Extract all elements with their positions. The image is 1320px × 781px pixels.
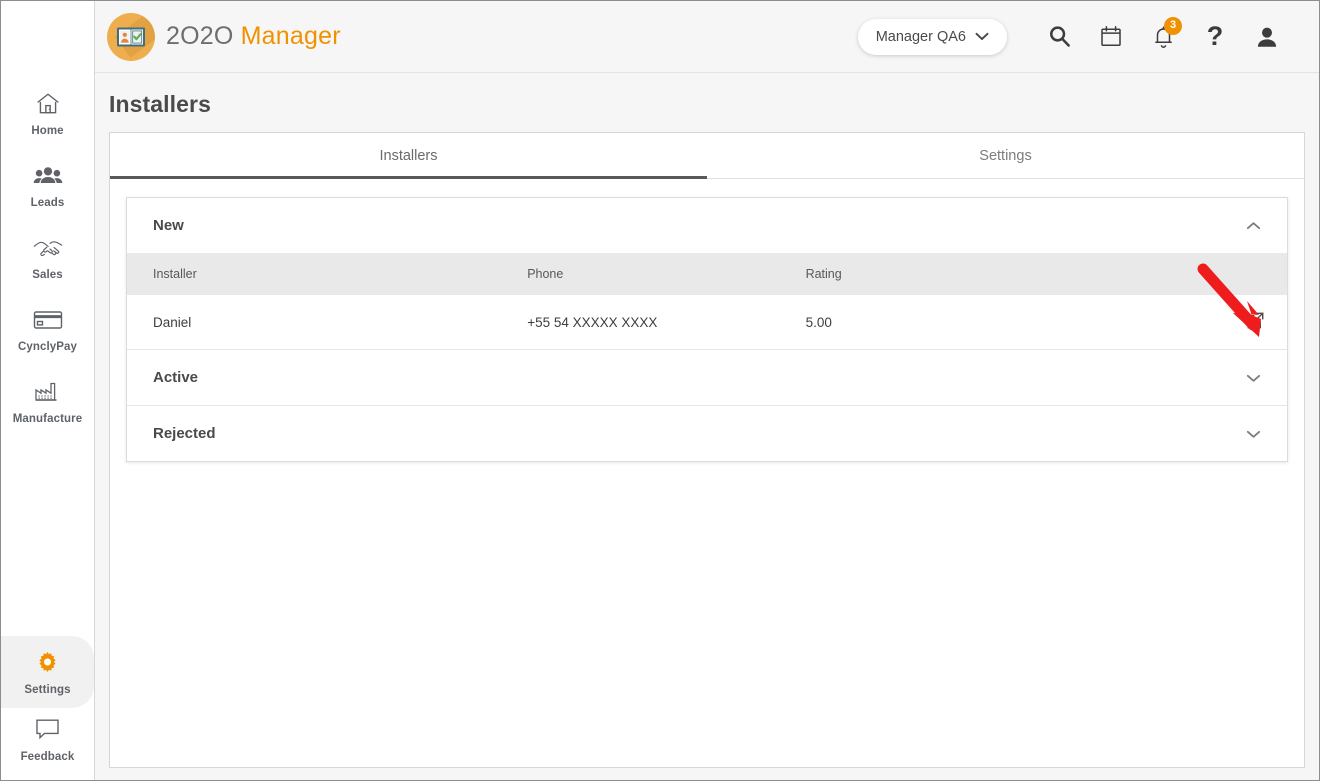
sidebar-item-label: Home xyxy=(31,124,64,137)
main-region: 2O2O Manager Manager QA6 3 ? Installers … xyxy=(95,1,1319,780)
cell-installer-name: Daniel xyxy=(127,295,528,349)
table-body: Daniel +55 54 XXXXX XXXX 5.00 xyxy=(127,295,1287,349)
handshake-icon xyxy=(31,233,65,263)
sidebar-item-label: Leads xyxy=(30,196,65,209)
notification-badge: 3 xyxy=(1164,16,1182,35)
sidebar-item-cynclypay[interactable]: CynclyPay xyxy=(1,293,94,365)
group-active: Active xyxy=(127,349,1287,405)
group-header-rejected[interactable]: Rejected xyxy=(127,406,1287,461)
column-header-phone: Phone xyxy=(527,253,806,295)
group-title: New xyxy=(153,217,184,234)
cell-installer-phone: +55 54 XXXXX XXXX xyxy=(527,295,806,349)
chevron-down-icon[interactable] xyxy=(1246,373,1261,383)
brand-name: 2O2O Manager xyxy=(166,22,341,51)
brand-name-part2: Manager xyxy=(240,22,341,50)
sidebar-item-label: Manufacture xyxy=(12,412,83,425)
table-row[interactable]: Daniel +55 54 XXXXX XXXX 5.00 xyxy=(127,295,1287,349)
sidebar-item-label: Settings xyxy=(24,683,71,696)
tab-bar: Installers Settings xyxy=(110,133,1304,179)
chevron-down-icon xyxy=(975,32,989,41)
brand-name-part1: 2O2O xyxy=(166,22,234,50)
chevron-down-icon[interactable] xyxy=(1246,429,1261,439)
top-header-bar: 2O2O Manager Manager QA6 3 ? xyxy=(95,1,1319,73)
search-button[interactable] xyxy=(1033,13,1085,61)
user-avatar-icon xyxy=(1254,24,1280,50)
sidebar-item-label: Feedback xyxy=(20,750,75,763)
installers-table: Installer Phone Rating Daniel +55 54 XXX… xyxy=(127,253,1287,349)
page-title-row: Installers xyxy=(95,73,1319,132)
tab-settings[interactable]: Settings xyxy=(707,133,1304,178)
tab-label: Settings xyxy=(979,147,1032,164)
content-panel: Installers Settings New Installer Phone … xyxy=(109,132,1305,768)
account-selector-label: Manager QA6 xyxy=(875,28,966,45)
group-rejected: Rejected xyxy=(127,405,1287,461)
id-card-checklist-icon xyxy=(107,12,155,61)
user-profile-button[interactable] xyxy=(1241,13,1293,61)
home-icon xyxy=(31,89,65,119)
table-head: Installer Phone Rating xyxy=(127,253,1287,295)
column-header-actions xyxy=(1211,253,1287,295)
sidebar-item-settings[interactable]: Settings xyxy=(1,636,94,708)
column-header-rating: Rating xyxy=(805,253,1212,295)
sidebar-item-label: CynclyPay xyxy=(17,340,78,353)
external-link-icon[interactable] xyxy=(1246,311,1265,330)
group-new: New Installer Phone Rating Daniel +55 54… xyxy=(127,198,1287,349)
page-title: Installers xyxy=(109,91,211,117)
help-question-icon: ? xyxy=(1206,21,1224,51)
left-sidebar: Home Leads Sales CynclyPay Manufacture S… xyxy=(1,1,95,780)
cell-installer-rating: 5.00 xyxy=(805,295,1212,349)
account-selector-button[interactable]: Manager QA6 xyxy=(857,18,1007,55)
header-actions: Manager QA6 3 ? xyxy=(857,13,1293,61)
cell-row-action xyxy=(1211,295,1287,349)
tab-label: Installers xyxy=(379,147,438,164)
notifications-button[interactable]: 3 xyxy=(1137,13,1189,61)
panel-body: New Installer Phone Rating Daniel +55 54… xyxy=(110,179,1304,767)
sidebar-item-label: Sales xyxy=(32,268,63,281)
tab-installers[interactable]: Installers xyxy=(110,133,707,179)
credit-card-icon xyxy=(31,305,65,335)
calendar-button[interactable] xyxy=(1085,13,1137,61)
sidebar-item-sales[interactable]: Sales xyxy=(1,221,94,293)
calendar-icon xyxy=(1099,24,1123,49)
column-header-installer: Installer xyxy=(127,253,528,295)
search-icon xyxy=(1047,24,1072,49)
gear-icon xyxy=(31,648,65,678)
table-header-row: Installer Phone Rating xyxy=(127,253,1287,295)
installer-groups: New Installer Phone Rating Daniel +55 54… xyxy=(126,197,1288,462)
speech-bubble-icon xyxy=(31,715,65,745)
sidebar-item-home[interactable]: Home xyxy=(1,77,94,149)
sidebar-item-manufacture[interactable]: Manufacture xyxy=(1,365,94,437)
application-window: Home Leads Sales CynclyPay Manufacture S… xyxy=(0,0,1320,781)
group-title: Rejected xyxy=(153,425,216,442)
brand-logo[interactable]: 2O2O Manager xyxy=(107,12,341,61)
sidebar-item-leads[interactable]: Leads xyxy=(1,149,94,221)
sidebar-item-feedback[interactable]: Feedback xyxy=(1,708,94,780)
chevron-up-icon[interactable] xyxy=(1246,221,1261,231)
group-header-new[interactable]: New xyxy=(127,198,1287,253)
group-header-active[interactable]: Active xyxy=(127,350,1287,405)
people-group-icon xyxy=(31,161,65,191)
group-title: Active xyxy=(153,369,199,386)
factory-icon xyxy=(31,377,65,407)
help-button[interactable]: ? xyxy=(1189,13,1241,61)
